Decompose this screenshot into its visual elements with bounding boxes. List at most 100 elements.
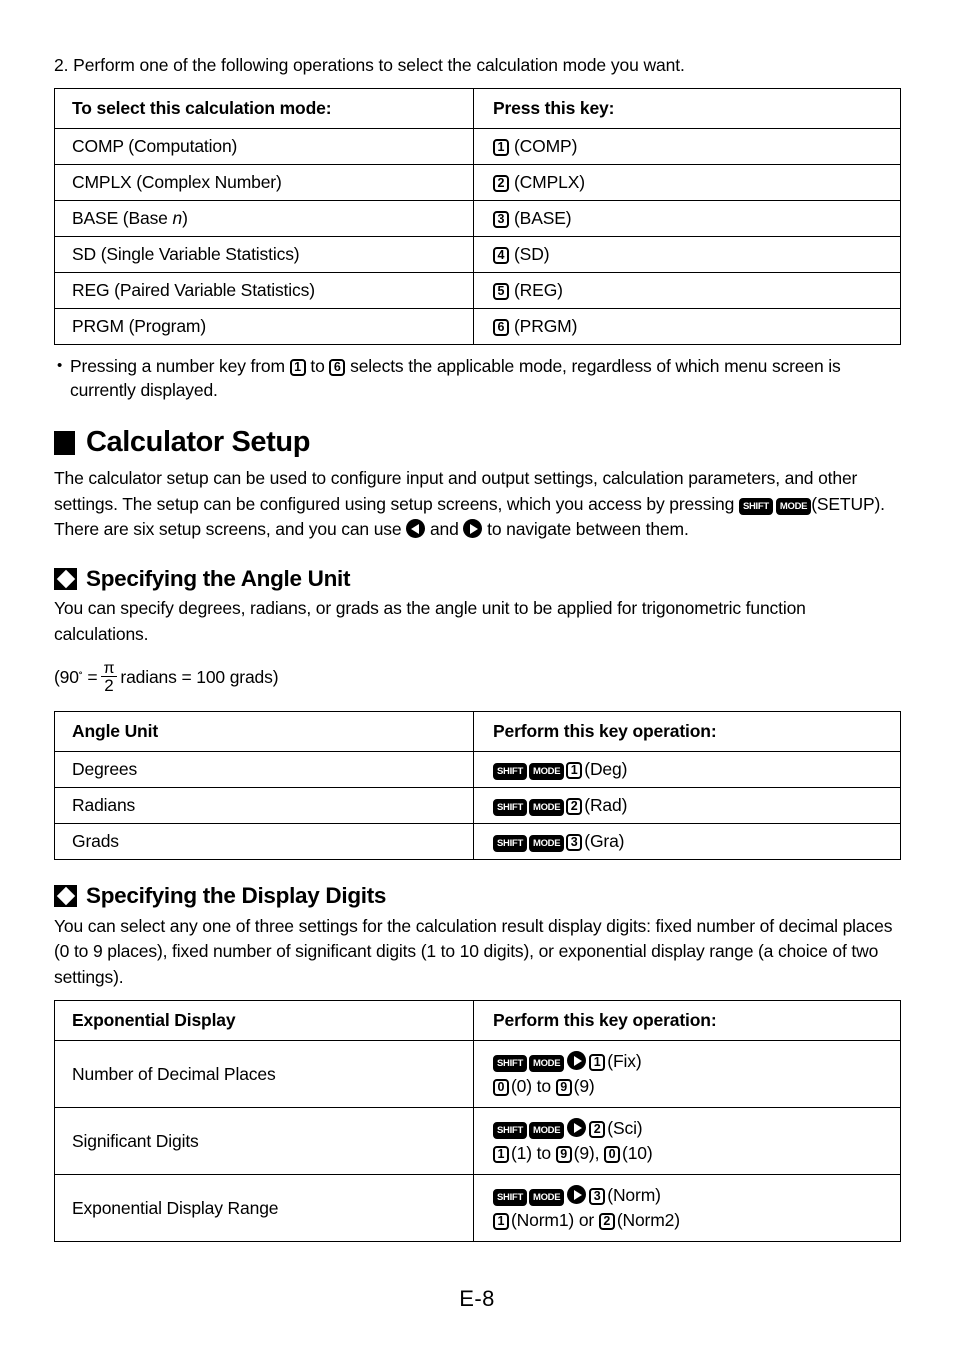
shift-key-icon: SHIFT xyxy=(493,763,527,780)
mode-key-operation: 1 (COMP) xyxy=(473,128,901,165)
degree-symbol: ˚ xyxy=(78,670,83,684)
mode-key-icon: MODE xyxy=(775,497,812,515)
table-header-row: Exponential Display Perform this key ope… xyxy=(54,1000,901,1041)
table-row: REG (Paired Variable Statistics) 5 (REG) xyxy=(54,272,901,309)
digit-key-icon: 0 xyxy=(604,1146,621,1163)
angle-unit-name: Radians xyxy=(54,787,474,824)
digit-key-icon: 2 xyxy=(589,1121,606,1138)
digit-key-icon: 1 xyxy=(589,1054,606,1071)
column-header-mode: To select this calculation mode: xyxy=(54,88,474,129)
key-label: (Norm) xyxy=(607,1185,661,1205)
mode-name-italic: n xyxy=(172,208,183,228)
key-label: (Deg) xyxy=(584,759,628,779)
arrow-right-key-icon xyxy=(463,519,483,538)
exponential-display-table: Exponential Display Perform this key ope… xyxy=(54,1000,901,1242)
mode-name: SD (Single Variable Statistics) xyxy=(54,236,474,273)
table-row: COMP (Computation) 1 (COMP) xyxy=(54,128,901,165)
display-setting-key-operation: SHIFT MODE 1 (Fix) 0 (0) to 9 (9) xyxy=(473,1040,901,1108)
arrow-right-key-icon xyxy=(567,1051,587,1070)
shift-key-icon: SHIFT xyxy=(493,799,527,816)
mode-name: REG (Paired Variable Statistics) xyxy=(54,272,474,309)
fraction-pi-over-two: π 2 xyxy=(100,659,118,696)
shift-key-icon: SHIFT xyxy=(738,497,773,515)
calculator-setup-paragraph: The calculator setup can be used to conf… xyxy=(54,466,900,543)
key-label: (Fix) xyxy=(607,1051,642,1071)
heading-text: Calculator Setup xyxy=(86,426,311,458)
key-label: (Norm2) xyxy=(616,1210,680,1230)
digit-key-icon: 2 xyxy=(598,1213,615,1230)
paragraph-part1: The calculator setup can be used to conf… xyxy=(54,468,858,514)
digit-key-icon: 1 xyxy=(289,359,306,376)
display-digits-heading: Specifying the Display Digits xyxy=(54,884,900,908)
mode-key-icon: MODE xyxy=(528,1189,565,1206)
digit-key-icon: 3 xyxy=(566,834,583,851)
digit-key-icon: 1 xyxy=(566,762,583,779)
angle-unit-key-operation: SHIFT MODE 2 (Rad) xyxy=(473,787,901,824)
page-number: E-8 xyxy=(459,1286,495,1311)
key-label: (REG) xyxy=(514,280,563,300)
table-row: SD (Single Variable Statistics) 4 (SD) xyxy=(54,236,901,273)
mode-name: BASE (Base n) xyxy=(54,200,474,237)
display-setting-name: Significant Digits xyxy=(54,1107,474,1175)
display-setting-key-operation: SHIFT MODE 3 (Norm) 1 (Norm1) or 2 (Norm2) xyxy=(473,1174,901,1242)
digit-key-icon: 1 xyxy=(493,139,509,156)
mode-name: PRGM (Program) xyxy=(54,308,474,345)
table-row: Number of Decimal Places SHIFT MODE 1 (Fix)… xyxy=(54,1040,901,1108)
mode-key-icon: MODE xyxy=(528,763,565,780)
display-digits-paragraph: You can select any one of three settings… xyxy=(54,915,893,987)
formula-prefix: (90 xyxy=(54,666,79,687)
angle-unit-paragraph: You can specify degrees, radians, or gra… xyxy=(54,598,806,644)
column-header-exponential-display: Exponential Display xyxy=(54,1000,474,1041)
key-sequence-line-2: 0 (0) to 9 (9) xyxy=(493,1074,900,1099)
digit-key-icon: 1 xyxy=(493,1213,509,1230)
formula-equals: = xyxy=(87,666,98,687)
table-header-row: Angle Unit Perform this key operation: xyxy=(54,711,901,752)
digit-key-icon: 6 xyxy=(493,319,509,336)
table-row: Exponential Display Range SHIFT MODE 3 (Nor… xyxy=(54,1174,901,1242)
key-sequence-line-1: SHIFT MODE 3 (Norm) xyxy=(493,1183,900,1208)
column-header-key: Press this key: xyxy=(473,88,901,129)
angle-unit-table: Angle Unit Perform this key operation: D… xyxy=(54,711,901,860)
key-sequence-line-2: 1 (1) to 9 (9), 0 (10) xyxy=(493,1141,900,1166)
fraction-denominator: 2 xyxy=(104,676,114,696)
key-sequence-line-1: SHIFT MODE 1 (Fix) xyxy=(493,1049,900,1074)
table-row: Significant Digits SHIFT MODE 2 (Sci) 1 (1) … xyxy=(54,1107,901,1175)
diamond-marker-icon xyxy=(54,567,77,590)
angle-unit-name: Grads xyxy=(54,823,474,860)
digit-key-icon: 0 xyxy=(493,1079,509,1096)
digit-key-icon: 1 xyxy=(493,1146,509,1163)
mode-key-icon: MODE xyxy=(528,1122,565,1139)
mode-name: CMPLX (Complex Number) xyxy=(54,164,474,201)
key-label: (CMPLX) xyxy=(514,172,585,192)
calculator-setup-heading: Calculator Setup xyxy=(54,428,900,457)
display-setting-key-operation: SHIFT MODE 2 (Sci) 1 (1) to 9 (9), 0 (10) xyxy=(473,1107,901,1175)
angle-unit-name: Degrees xyxy=(54,751,474,788)
shift-key-icon: SHIFT xyxy=(493,1122,527,1139)
arrow-left-key-icon xyxy=(406,519,426,538)
mode-key-icon: MODE xyxy=(528,1055,565,1072)
angle-unit-key-operation: SHIFT MODE 3 (Gra) xyxy=(473,823,901,860)
mode-name-suffix: ) xyxy=(182,208,188,228)
display-setting-name: Exponential Display Range xyxy=(54,1174,474,1242)
table-row: CMPLX (Complex Number) 2 (CMPLX) xyxy=(54,164,901,201)
mode-key-icon: MODE xyxy=(528,835,565,852)
diamond-marker-icon xyxy=(54,885,77,908)
key-label: (Gra) xyxy=(584,831,625,851)
digit-key-icon: 6 xyxy=(329,359,346,376)
mode-key-operation: 4 (SD) xyxy=(473,236,901,273)
bullet-dot: • xyxy=(57,357,63,374)
key-label: (Sci) xyxy=(607,1118,643,1138)
key-label: (0) to xyxy=(511,1076,551,1096)
shift-key-icon: SHIFT xyxy=(493,1189,527,1206)
paragraph-part4: to navigate between them. xyxy=(487,519,689,539)
step-instruction: 2. Perform one of the following operatio… xyxy=(54,55,685,75)
heading-text: Specifying the Angle Unit xyxy=(86,565,351,591)
key-label: (BASE) xyxy=(514,208,572,228)
shift-key-icon: SHIFT xyxy=(493,1055,527,1072)
mode-key-operation: 5 (REG) xyxy=(473,272,901,309)
mode-key-operation: 6 (PRGM) xyxy=(473,308,901,345)
fraction-numerator: π xyxy=(103,659,115,677)
arrow-right-key-icon xyxy=(567,1185,587,1204)
display-setting-name: Number of Decimal Places xyxy=(54,1040,474,1108)
digit-key-icon: 3 xyxy=(493,211,509,228)
